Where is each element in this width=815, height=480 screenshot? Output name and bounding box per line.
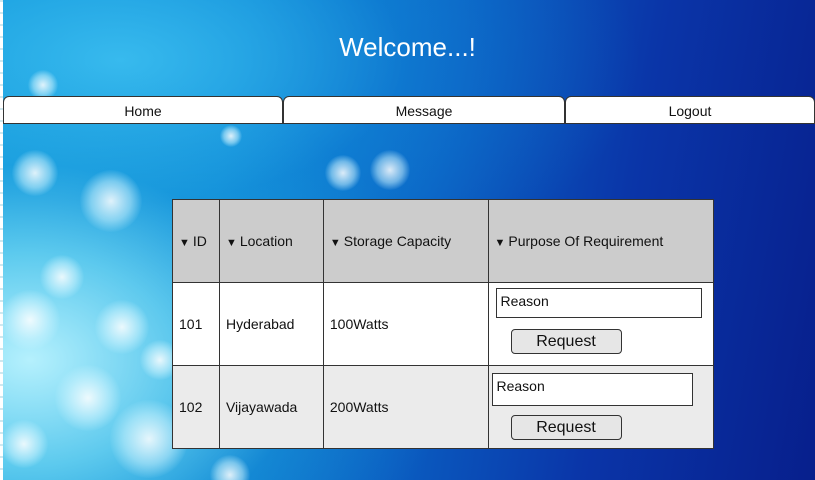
cell-location: Hyderabad: [218, 282, 324, 366]
table-header-row: ▼ ID ▼ Location ▼ Storage Capacity ▼ Purpose…: [172, 199, 714, 283]
sort-descending-icon: ▼: [494, 237, 506, 249]
column-header-location[interactable]: ▼ Location: [218, 199, 324, 283]
request-button[interactable]: Request: [510, 415, 622, 440]
nav-bar: Home Message Logout: [3, 96, 815, 125]
table-row: 102 Vijayawada 200Watts Reason Request: [172, 365, 714, 449]
bokeh-light: [210, 455, 250, 480]
column-header-purpose[interactable]: ▼ Purpose Of Requirement: [487, 199, 714, 283]
column-header-label: Storage Capacity: [343, 233, 452, 249]
cell-purpose: Reason Request: [487, 282, 714, 366]
column-header-label: ID: [192, 233, 207, 249]
left-edge-strip: [0, 0, 3, 480]
column-header-label: Location: [239, 233, 293, 249]
page-title: Welcome...!: [339, 32, 476, 62]
bokeh-light: [325, 155, 361, 191]
bokeh-light: [55, 365, 121, 431]
sort-descending-icon: ▼: [179, 237, 190, 249]
nav-tab-home[interactable]: Home: [3, 96, 283, 124]
cell-storage-capacity: 100Watts: [322, 282, 489, 366]
column-header-label: Purpose Of Requirement: [508, 233, 664, 249]
bokeh-light: [370, 150, 410, 190]
column-header-id[interactable]: ▼ ID: [172, 199, 220, 283]
bokeh-light: [0, 290, 60, 350]
cell-id: 102: [172, 365, 220, 449]
cell-purpose: Reason Request: [487, 365, 714, 449]
bokeh-light: [0, 420, 48, 468]
bokeh-light: [220, 125, 242, 147]
bokeh-light: [40, 255, 84, 299]
bokeh-light: [12, 150, 58, 196]
requirements-table: ▼ ID ▼ Location ▼ Storage Capacity ▼ Purpose…: [172, 199, 714, 449]
cell-id: 101: [172, 282, 220, 366]
column-header-storage-capacity[interactable]: ▼ Storage Capacity: [322, 199, 489, 283]
table-row: 101 Hyderabad 100Watts Reason Request: [172, 282, 714, 366]
sort-descending-icon: ▼: [225, 237, 237, 249]
nav-tab-logout[interactable]: Logout: [565, 96, 815, 124]
cell-storage-capacity: 200Watts: [322, 365, 489, 449]
nav-tab-message[interactable]: Message: [283, 96, 565, 124]
sort-descending-icon: ▼: [329, 237, 341, 249]
reason-input[interactable]: Reason: [491, 373, 693, 406]
bokeh-light: [95, 300, 149, 354]
cell-location: Vijayawada: [218, 365, 324, 449]
request-button[interactable]: Request: [510, 329, 622, 354]
bokeh-light: [80, 170, 142, 232]
reason-input[interactable]: Reason: [495, 288, 702, 318]
page-background: Welcome...! Home Message Logout ▼ ID ▼ Loc…: [0, 0, 815, 480]
